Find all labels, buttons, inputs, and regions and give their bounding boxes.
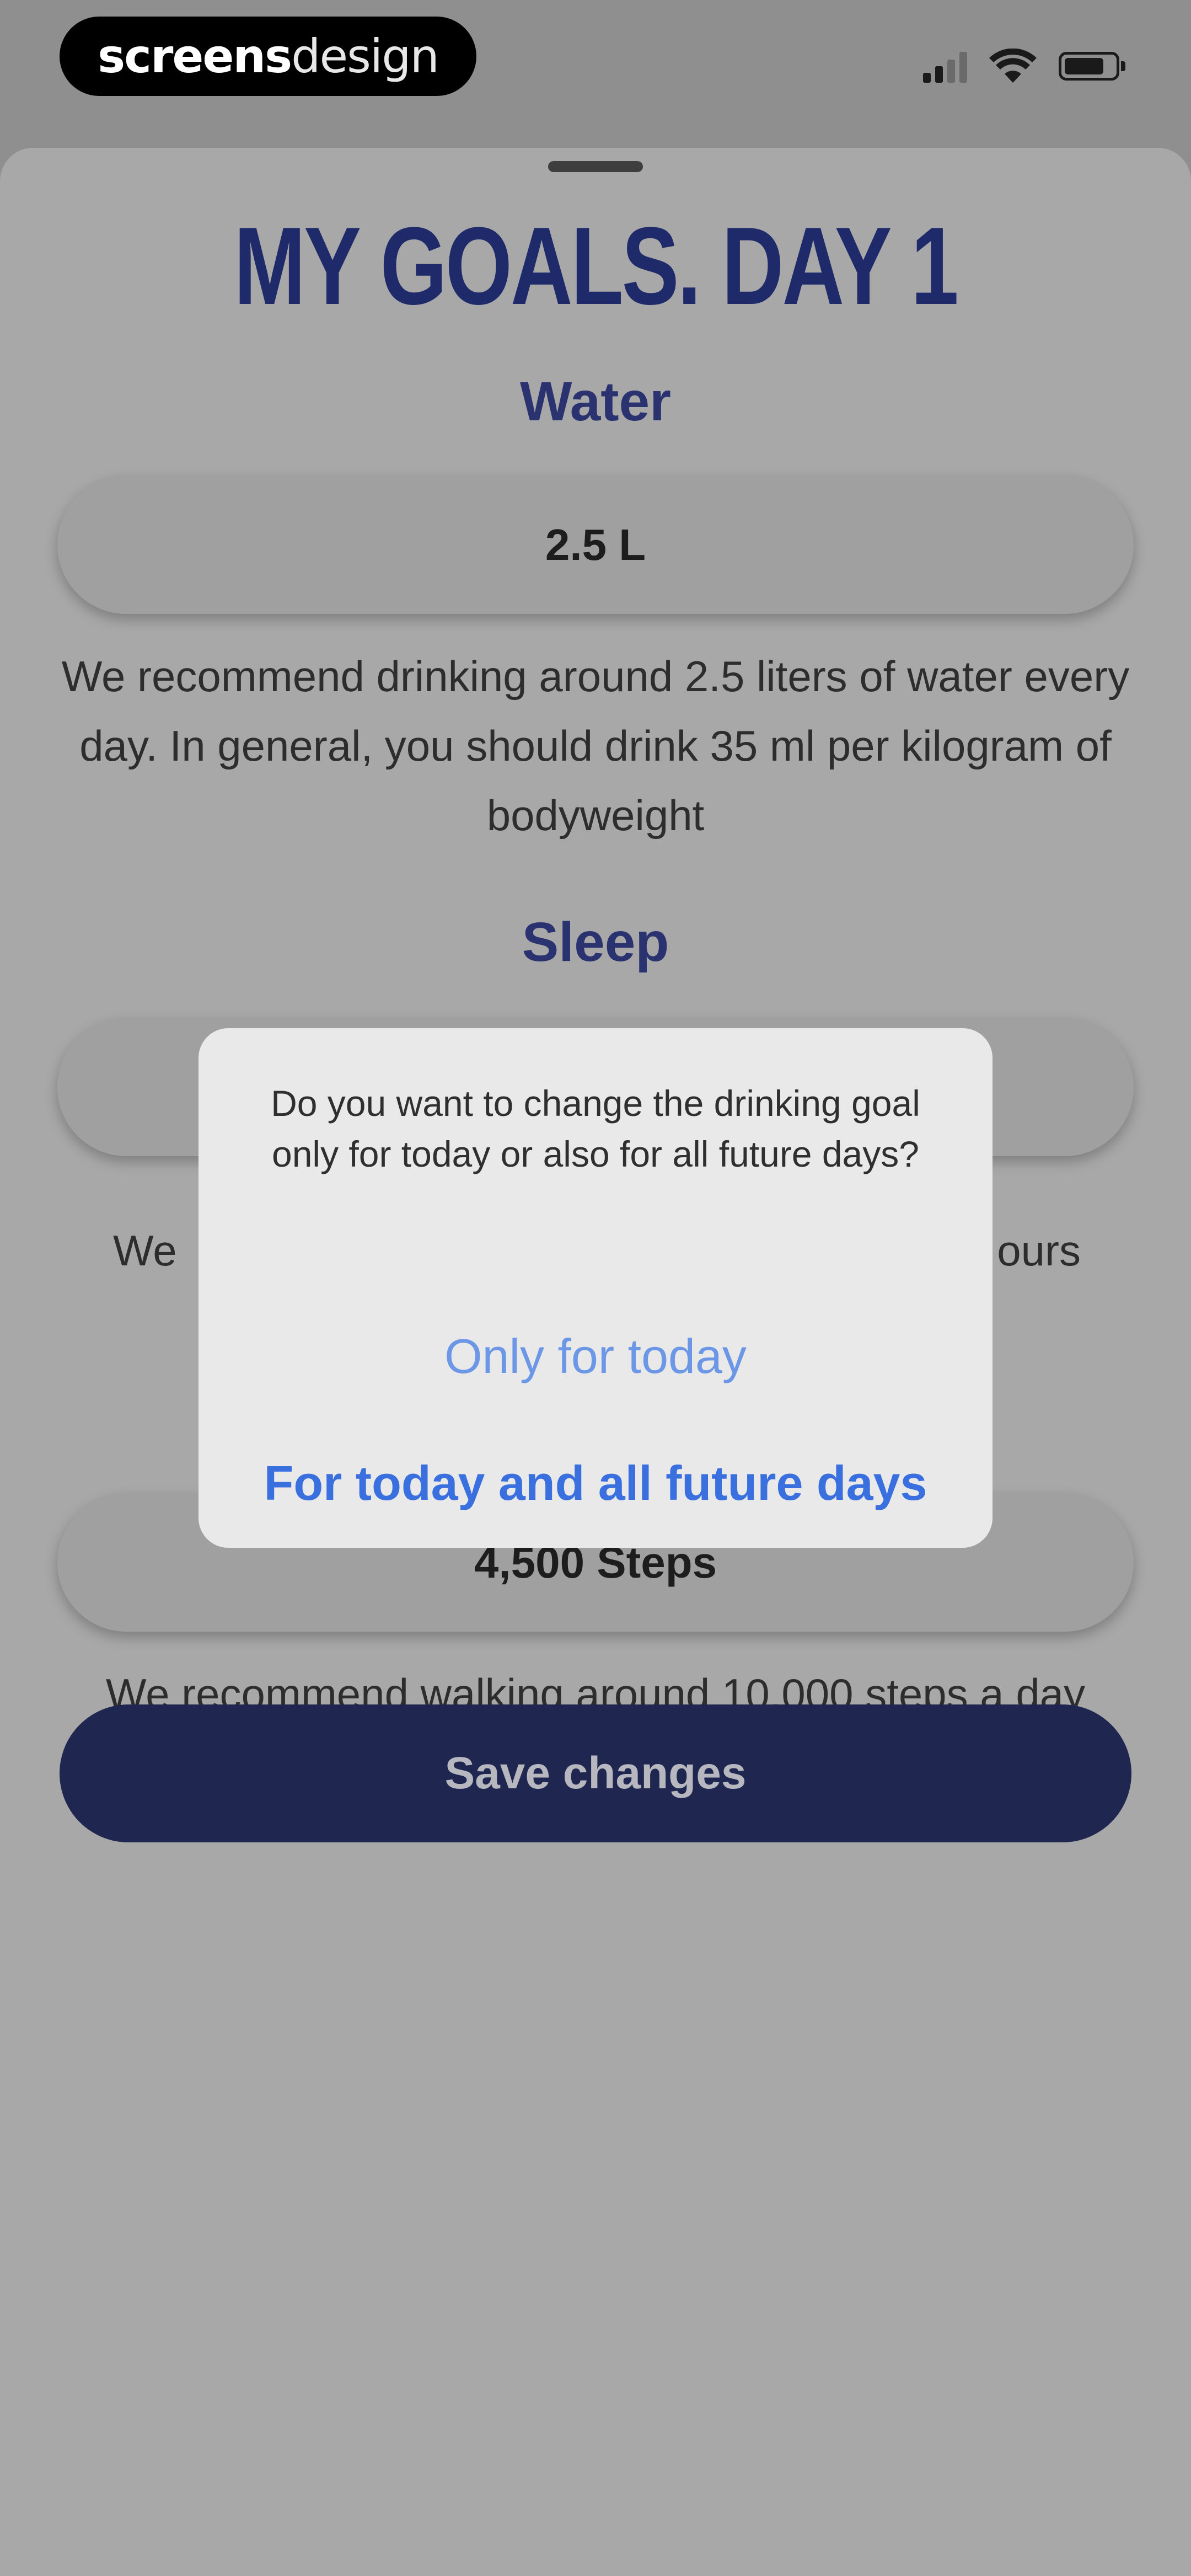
water-goal-field[interactable]: 2.5 L bbox=[57, 476, 1134, 614]
status-icons bbox=[923, 44, 1125, 88]
status-bar: screensdesign bbox=[0, 0, 1191, 138]
change-goal-dialog: Do you want to change the drinking goal … bbox=[198, 1028, 993, 1548]
sheet-grabber[interactable] bbox=[548, 161, 643, 172]
dialog-message: Do you want to change the drinking goal … bbox=[271, 1083, 920, 1174]
app-screen: screensdesign MY GOALS. DAY 1 Water 2.5 … bbox=[0, 0, 1191, 2576]
brand-logo: screensdesign bbox=[60, 17, 476, 96]
signal-icon bbox=[923, 50, 967, 83]
only-today-button[interactable]: Only for today bbox=[198, 1326, 993, 1387]
brand-light: design bbox=[291, 29, 439, 83]
brand-bold: screens bbox=[98, 29, 292, 83]
sleep-heading: Sleep bbox=[522, 911, 669, 973]
wifi-icon bbox=[989, 49, 1037, 83]
save-changes-button[interactable]: Save changes bbox=[60, 1704, 1131, 1842]
all-future-days-button[interactable]: For today and all future days bbox=[198, 1453, 993, 1514]
battery-icon bbox=[1059, 52, 1125, 81]
water-description: We recommend drinking around 2.5 liters … bbox=[61, 652, 1130, 840]
page-title: MY GOALS. DAY 1 bbox=[234, 205, 959, 328]
water-heading: Water bbox=[519, 371, 672, 432]
